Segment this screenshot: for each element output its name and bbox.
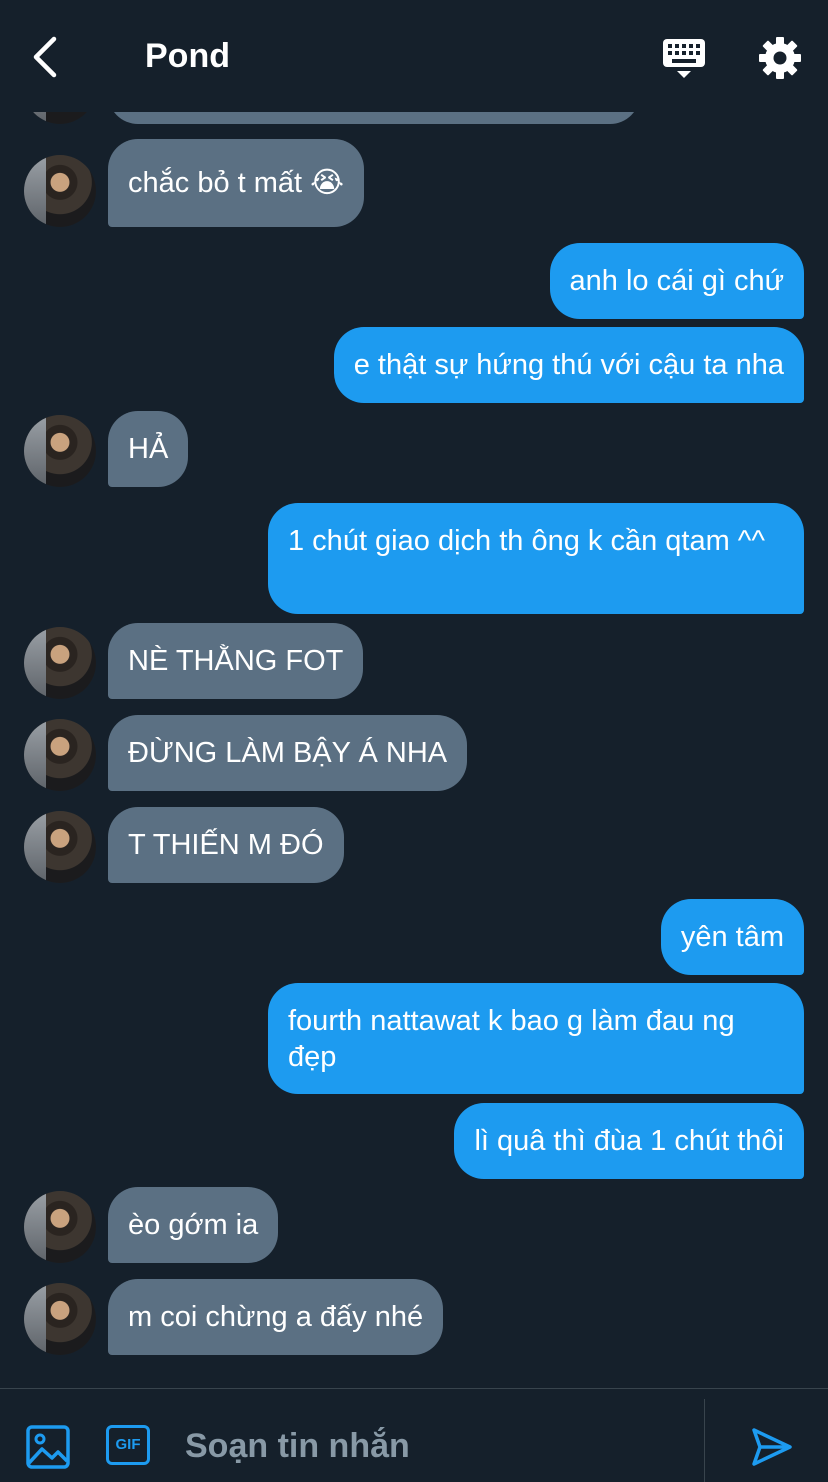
composer-divider <box>704 1399 705 1482</box>
gear-icon <box>759 37 801 79</box>
keyboard-icon <box>663 39 705 78</box>
add-image-button[interactable] <box>26 1425 70 1469</box>
contact-avatar[interactable] <box>24 627 96 699</box>
contact-avatar[interactable] <box>24 155 96 227</box>
contact-avatar[interactable] <box>24 719 96 791</box>
chevron-left-icon <box>33 36 57 78</box>
send-icon <box>752 1428 792 1466</box>
message-bubble-incoming[interactable]: m coi chừng a đấy nhé <box>108 1279 444 1355</box>
message-bubble-outgoing[interactable]: fourth nattawat k bao g làm đau ng đẹp <box>268 983 804 1094</box>
keyboard-button[interactable] <box>662 38 706 80</box>
conversation-title: Pond <box>145 37 230 75</box>
contact-avatar[interactable] <box>24 1191 96 1263</box>
contact-avatar[interactable] <box>24 811 96 883</box>
message-bubble-incoming[interactable]: chắc bỏ t mất 😭 <box>108 139 365 227</box>
message-input[interactable] <box>185 1423 685 1469</box>
message-bubble-outgoing[interactable]: lì quâ thì đùa 1 chút thôi <box>454 1103 804 1179</box>
message-bubble-incoming[interactable]: NÈ THẰNG FOT <box>108 623 364 699</box>
conversation-header: Pond <box>0 0 828 112</box>
contact-avatar[interactable] <box>24 415 96 487</box>
message-bubble-incoming[interactable]: T THIẾN M ĐÓ <box>108 807 344 883</box>
message-bubble-outgoing[interactable]: anh lo cái gì chứ <box>549 243 804 319</box>
image-icon <box>26 1425 70 1469</box>
message-bubble-outgoing[interactable]: 1 chút giao dịch th ông k cần qtam ^^ <box>268 503 804 614</box>
settings-button[interactable] <box>758 36 802 80</box>
message-bubble-incoming[interactable]: ĐỪNG LÀM BẬY Á NHA <box>108 715 468 791</box>
message-composer: GIF <box>0 1388 828 1482</box>
contact-avatar[interactable] <box>24 1283 96 1355</box>
message-bubble-incoming[interactable]: HẢ <box>108 411 189 487</box>
message-bubble-incoming[interactable]: èo gớm ia <box>108 1187 279 1263</box>
gif-button[interactable]: GIF <box>106 1425 150 1465</box>
back-button[interactable] <box>26 34 66 80</box>
message-bubble-outgoing[interactable]: e thật sự hứng thú với cậu ta nha <box>333 327 804 403</box>
message-bubble-outgoing[interactable]: yên tâm <box>660 899 804 975</box>
send-button[interactable] <box>750 1425 794 1469</box>
message-thread[interactable]: chắc bỏ t mất 😭 anh lo cái gì chứ e thật… <box>0 0 828 1388</box>
